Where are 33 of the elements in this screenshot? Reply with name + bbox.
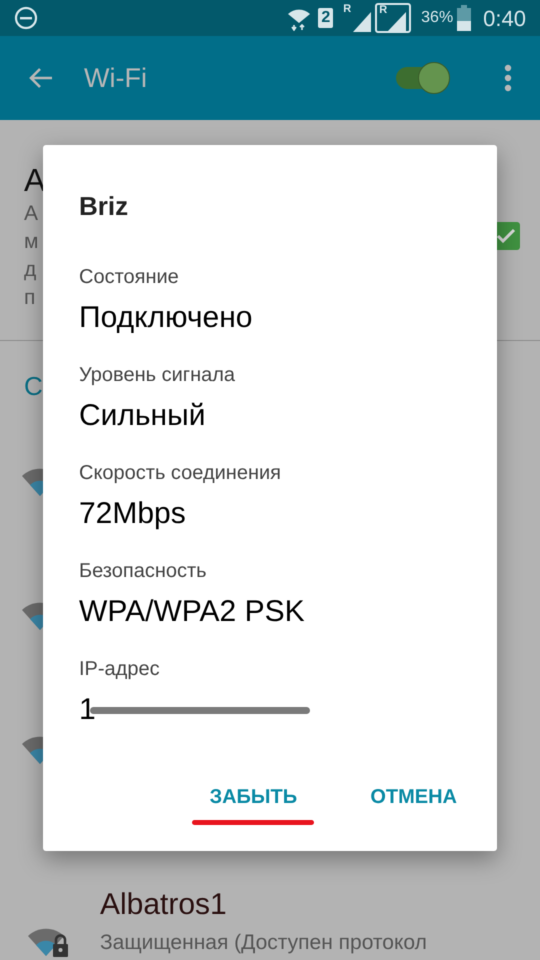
field-label: IP-адрес bbox=[79, 657, 161, 682]
field-label: Уровень сигнала bbox=[79, 363, 236, 388]
setting-description: А bbox=[24, 201, 38, 227]
setting-title: А bbox=[24, 161, 46, 200]
sim-badge: 2 bbox=[318, 8, 334, 28]
network-name: Albatros1 bbox=[100, 887, 228, 923]
setting-description: м bbox=[24, 229, 38, 255]
field-label: Состояние bbox=[79, 265, 180, 290]
field-label: Скорость соединения bbox=[79, 461, 282, 486]
setting-description: п bbox=[24, 285, 36, 311]
field-value: WPA/WPA2 PSK bbox=[79, 594, 305, 630]
battery-percent: 36% bbox=[421, 8, 454, 28]
roaming-label: R bbox=[343, 4, 352, 15]
field-value: Сильный bbox=[79, 398, 206, 434]
field-value: 72Mbps bbox=[79, 496, 186, 532]
dialog-title: Briz bbox=[79, 190, 130, 223]
battery-icon bbox=[457, 5, 472, 31]
dialog-button[interactable]: ОТМЕНА bbox=[368, 782, 459, 812]
roaming-label: R bbox=[379, 5, 388, 16]
setting-description: д bbox=[24, 257, 36, 283]
signal-icon bbox=[351, 10, 374, 32]
do-not-disturb-icon bbox=[14, 6, 38, 30]
field-value: 1 bbox=[79, 692, 96, 728]
dialog-button[interactable]: ЗАБЫТЬ bbox=[208, 782, 300, 812]
screen-title: Wi-Fi bbox=[84, 62, 148, 95]
clock: 0:40 bbox=[483, 4, 526, 32]
back-arrow-icon[interactable] bbox=[28, 66, 54, 90]
network-detail: Защищенная (Доступен протокол bbox=[100, 930, 427, 956]
wifi-switch[interactable] bbox=[394, 61, 450, 95]
more-options-icon[interactable] bbox=[504, 64, 512, 92]
field-label: Безопасность bbox=[79, 559, 208, 584]
section-header: С bbox=[24, 371, 43, 401]
field-value: Подключено bbox=[79, 300, 252, 336]
